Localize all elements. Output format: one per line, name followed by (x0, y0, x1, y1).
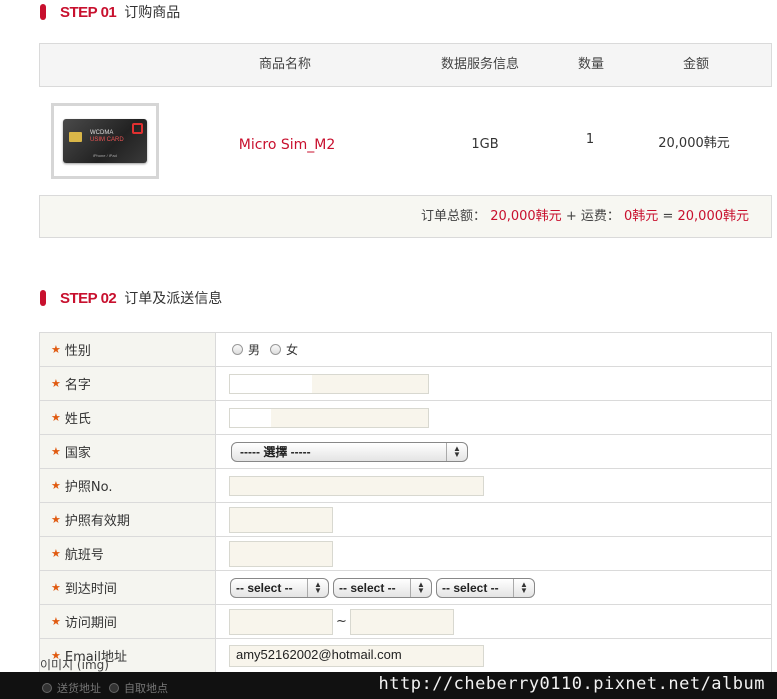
form-row-email: ★ Email地址 amy52162002@hotmail.com (40, 639, 771, 673)
sim-chip-icon (69, 132, 82, 142)
product-quantity: 1 (585, 132, 595, 147)
step-pill-icon (40, 4, 46, 20)
passport-expiry-label: ★ 护照有效期 (40, 503, 216, 536)
form-row-gender: ★ 性别 男 女 (40, 333, 771, 367)
product-name-link[interactable]: Micro Sim_M2 (239, 137, 336, 153)
step2-header: STEP 02 订单及派送信息 (40, 288, 222, 308)
required-star-icon: ★ (51, 479, 61, 492)
gender-label: ★ 性别 (40, 333, 216, 366)
gender-options: 男 女 (232, 333, 298, 366)
grand-total: 20,000韩元 (677, 209, 750, 224)
delivery-options: 送货地址 自取地点 (42, 680, 168, 696)
sim-card-icon: WCDMA USIM CARD iPhone / iPad (63, 119, 147, 163)
visit-start-input[interactable] (229, 608, 333, 635)
date-range-separator: ~ (336, 614, 347, 629)
visit-period-label: ★ 访问期间 (40, 605, 216, 638)
order-total-line: 订单总额： 20,000韩元 + 运费： 0韩元 = 20,000韩元 (421, 196, 749, 237)
arrival-day-select[interactable]: -- select -- ▲ ▼ (230, 577, 329, 598)
passport-no-label: ★ 护照No. (40, 469, 216, 502)
visit-end-input[interactable] (349, 608, 454, 635)
gender-male-radio[interactable] (232, 344, 243, 355)
pickup-location-label: 自取地点 (124, 682, 168, 695)
step1-number: STEP 01 (60, 3, 117, 21)
form-row-country: ★ 国家 ----- 選擇 ----- ▲ ▼ (40, 435, 771, 469)
total-label: 订单总额： (421, 209, 487, 224)
step1-header: STEP 01 订购商品 (40, 2, 180, 22)
delivery-address-label: 送货地址 (57, 682, 101, 695)
select-arrows-icon: ▲ ▼ (446, 442, 467, 461)
passport-expiry-input[interactable] (229, 506, 333, 533)
arrival-hour-select[interactable]: -- select -- ▲ ▼ (333, 577, 432, 598)
equals-sign: = (662, 209, 674, 224)
col-data-info: 数据服务信息 (440, 57, 520, 72)
col-quantity: 数量 (577, 57, 605, 72)
order-form: ★ 性别 男 女 ★ 名字 ★ 姓氏 ★ 国家 ----- 選擇 ----- ▲… (39, 332, 772, 673)
first-name-input[interactable] (229, 373, 429, 394)
select-arrows-icon: ▲ ▼ (410, 578, 431, 597)
flight-no-label: ★ 航班号 (40, 537, 216, 570)
email-input[interactable]: amy52162002@hotmail.com (229, 644, 484, 667)
watermark-bar: 送货地址 自取地点 http://cheberry0110.pixnet.net… (0, 672, 777, 699)
required-star-icon: ★ (51, 377, 61, 390)
form-row-passport-expiry: ★ 护照有效期 (40, 503, 771, 537)
product-image[interactable]: WCDMA USIM CARD iPhone / iPad (51, 103, 159, 179)
form-row-passport-no: ★ 护照No. (40, 469, 771, 503)
gender-female-label: 女 (286, 343, 299, 357)
gender-female-radio[interactable] (270, 344, 282, 355)
form-row-flight-no: ★ 航班号 (40, 537, 771, 571)
select-arrows-icon: ▲ ▼ (307, 578, 328, 597)
shipping-amount: 0韩元 (624, 209, 659, 224)
delivery-address-radio[interactable] (42, 683, 52, 693)
form-row-arrival-time: ★ 到达时间 -- select -- ▲ ▼ -- select -- ▲ ▼ -… (40, 571, 771, 605)
order-total-bar: 订单总额： 20,000韩元 + 运费： 0韩元 = 20,000韩元 (39, 195, 772, 238)
country-select[interactable]: ----- 選擇 ----- ▲ ▼ (231, 441, 468, 462)
required-star-icon: ★ (51, 411, 61, 424)
product-price: 20,000韩元 (658, 136, 730, 151)
passport-no-input[interactable] (229, 475, 484, 496)
country-label: ★ 国家 (40, 435, 216, 468)
order-amount: 20,000韩元 (490, 209, 562, 224)
form-row-last-name: ★ 姓氏 (40, 401, 771, 435)
form-row-first-name: ★ 名字 (40, 367, 771, 401)
arrival-minute-select[interactable]: -- select -- ▲ ▼ (436, 577, 535, 598)
required-star-icon: ★ (51, 615, 61, 628)
flight-no-input[interactable] (229, 540, 333, 567)
step2-title: 订单及派送信息 (124, 291, 223, 307)
plus-sign: + (565, 209, 577, 224)
step1-title: 订购商品 (124, 5, 181, 21)
order-table-header: 商品名称 数据服务信息 数量 金额 (39, 43, 772, 87)
form-row-visit-period: ★ 访问期间 ~ (40, 605, 771, 639)
step2-number: STEP 02 (60, 289, 117, 307)
required-star-icon: ★ (51, 581, 61, 594)
col-product-name: 商品名称 (258, 57, 312, 72)
order-row: WCDMA USIM CARD iPhone / iPad Micro Sim_… (39, 86, 772, 194)
last-name-label: ★ 姓氏 (40, 401, 216, 434)
step-pill-icon (40, 290, 46, 306)
product-data: 1GB (471, 137, 499, 152)
required-star-icon: ★ (51, 547, 61, 560)
select-arrows-icon: ▲ ▼ (513, 578, 534, 597)
required-star-icon: ★ (51, 445, 61, 458)
arrival-time-label: ★ 到达时间 (40, 571, 216, 604)
gender-male-label: 男 (248, 343, 261, 357)
required-star-icon: ★ (51, 343, 61, 356)
required-star-icon: ★ (51, 513, 61, 526)
sim-card-subtext: iPhone / iPad (93, 153, 117, 158)
shipping-label: 运费： (580, 209, 620, 224)
image-caption: 이미지 (img) (40, 658, 109, 672)
pickup-location-radio[interactable] (109, 683, 119, 693)
brand-logo-icon (132, 123, 143, 134)
col-amount: 金额 (682, 57, 710, 72)
last-name-input[interactable] (229, 407, 429, 428)
sim-card-text: WCDMA USIM CARD (90, 130, 124, 143)
first-name-label: ★ 名字 (40, 367, 216, 400)
watermark-url: http://cheberry0110.pixnet.net/album (378, 674, 765, 694)
